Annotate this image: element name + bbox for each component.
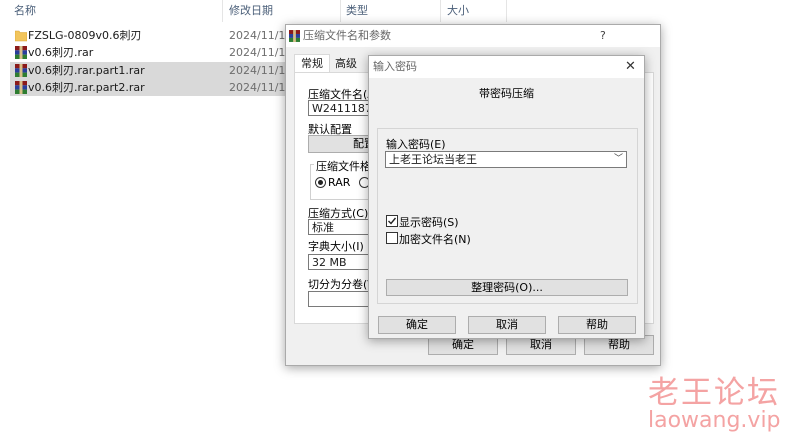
rar-archive-icon: [15, 81, 27, 94]
tab-advanced[interactable]: 高级: [330, 56, 362, 72]
dictionary-size-label: 字典大小(I): [308, 240, 364, 253]
dialog-titlebar[interactable]: 压缩文件名和参数 ?: [286, 25, 660, 47]
password-input[interactable]: 上老王论坛当老王 ﹀: [385, 151, 627, 168]
dialog-titlebar[interactable]: 输入密码 ✕: [369, 56, 644, 78]
winrar-icon: [289, 30, 300, 42]
file-name: v0.6刺刃.rar: [28, 46, 94, 59]
watermark-url: laowang.vip: [648, 408, 781, 433]
column-header-size[interactable]: 大小: [447, 0, 469, 22]
dialog-title: 压缩文件名和参数: [303, 29, 391, 42]
file-name: v0.6刺刃.rar.part2.rar: [28, 81, 145, 94]
password-text: 上老王论坛当老王: [389, 153, 477, 166]
enter-password-label: 输入密码(E): [386, 138, 446, 151]
file-date: 2024/11/18: [229, 81, 293, 94]
column-separator[interactable]: [440, 0, 441, 22]
dialog-title: 输入密码: [373, 60, 417, 73]
file-date: 2024/11/18: [229, 46, 293, 59]
rar-radio[interactable]: [315, 177, 326, 188]
checkmark-icon: [388, 217, 397, 225]
close-icon[interactable]: ✕: [625, 56, 636, 78]
help-icon[interactable]: ?: [600, 25, 606, 47]
rar-radio-label: RAR: [328, 176, 351, 189]
column-separator[interactable]: [222, 0, 223, 22]
file-date: 2024/11/18: [229, 29, 293, 42]
rar-archive-icon: [15, 64, 27, 77]
column-header-modified[interactable]: 修改日期: [229, 0, 273, 22]
encrypt-file-names-checkbox[interactable]: [386, 232, 398, 244]
show-password-checkbox[interactable]: [386, 215, 398, 227]
password-dialog-heading: 带密码压缩: [479, 87, 534, 100]
ok-button[interactable]: 确定: [378, 316, 456, 334]
password-dialog: 输入密码 ✕ 带密码压缩 输入密码(E) 上老王论坛当老王 ﹀ 显示密码(S) …: [368, 55, 645, 339]
column-header-type[interactable]: 类型: [346, 0, 368, 22]
encrypt-file-names-label: 加密文件名(N): [399, 233, 471, 246]
column-header-name[interactable]: 名称: [14, 0, 36, 22]
file-date: 2024/11/18: [229, 64, 293, 77]
folder-icon: [15, 30, 27, 42]
column-separator[interactable]: [506, 0, 507, 22]
tab-general[interactable]: 常规: [294, 54, 330, 73]
rar-archive-icon: [15, 46, 27, 59]
watermark-logo-text: 老王论坛: [648, 375, 780, 411]
file-name: v0.6刺刃.rar.part1.rar: [28, 64, 145, 77]
show-password-label: 显示密码(S): [399, 216, 459, 229]
chevron-down-icon[interactable]: ﹀: [614, 152, 623, 167]
column-separator[interactable]: [340, 0, 341, 22]
help-button[interactable]: 帮助: [558, 316, 636, 334]
file-name: FZSLG-0809v0.6刺刃: [28, 29, 142, 42]
cancel-button[interactable]: 取消: [468, 316, 546, 334]
organize-passwords-button[interactable]: 整理密码(O)...: [386, 279, 628, 296]
